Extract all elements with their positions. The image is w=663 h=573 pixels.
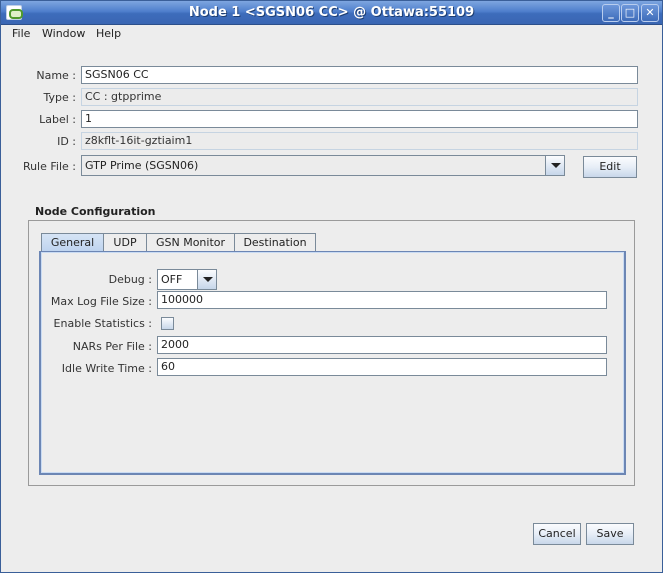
max-log-file-size-label: Max Log File Size : xyxy=(50,295,152,308)
title-bar[interactable]: Node 1 <SGSN06 CC> @ Ottawa:55109 _ □ ✕ xyxy=(1,1,662,25)
menu-help[interactable]: Help xyxy=(96,27,121,40)
menu-file[interactable]: File xyxy=(12,27,30,40)
rule-file-label: Rule File : xyxy=(22,160,76,173)
enable-statistics-checkbox[interactable] xyxy=(161,317,174,330)
id-label: ID : xyxy=(57,135,76,148)
minimize-icon: _ xyxy=(608,6,614,19)
save-button[interactable]: Save xyxy=(586,523,634,545)
tab-gsn-monitor[interactable]: GSN Monitor xyxy=(146,233,235,252)
max-log-file-size-input[interactable]: 100000 xyxy=(157,291,607,309)
cancel-button[interactable]: Cancel xyxy=(533,523,581,545)
chevron-down-icon[interactable] xyxy=(197,270,216,289)
node-config-window: Node 1 <SGSN06 CC> @ Ottawa:55109 _ □ ✕ … xyxy=(0,0,663,573)
maximize-button[interactable]: □ xyxy=(621,4,639,22)
menu-window[interactable]: Window xyxy=(42,27,85,40)
nars-per-file-label: NARs Per File : xyxy=(72,340,152,353)
name-input[interactable]: SGSN06 CC xyxy=(81,66,638,84)
node-configuration-title: Node Configuration xyxy=(35,205,156,218)
tab-general[interactable]: General xyxy=(41,233,104,253)
idle-write-time-label: Idle Write Time : xyxy=(61,362,152,375)
nars-per-file-input[interactable]: 2000 xyxy=(157,336,607,354)
tab-destination[interactable]: Destination xyxy=(234,233,316,252)
debug-label: Debug : xyxy=(108,273,152,286)
maximize-icon: □ xyxy=(624,6,636,19)
minimize-button[interactable]: _ xyxy=(602,4,620,22)
window-title: Node 1 <SGSN06 CC> @ Ottawa:55109 xyxy=(188,5,475,20)
type-label: Type : xyxy=(43,91,76,104)
close-button[interactable]: ✕ xyxy=(641,4,659,22)
type-field: CC : gtpprime xyxy=(81,88,638,106)
name-label: Name : xyxy=(36,69,76,82)
rule-file-value: GTP Prime (SGSN06) xyxy=(85,159,199,172)
idle-write-time-input[interactable]: 60 xyxy=(157,358,607,376)
rule-file-select[interactable]: GTP Prime (SGSN06) xyxy=(81,155,565,176)
menu-bar: File Window Help xyxy=(1,25,662,44)
close-icon: ✕ xyxy=(645,6,655,19)
label-label: Label : xyxy=(39,113,76,126)
id-field: z8kflt-16it-gztiaim1 xyxy=(81,132,638,150)
enable-statistics-label: Enable Statistics : xyxy=(53,317,152,330)
label-input[interactable]: 1 xyxy=(81,110,638,128)
chevron-down-icon[interactable] xyxy=(545,156,564,175)
edit-button[interactable]: Edit xyxy=(583,156,637,178)
debug-value: OFF xyxy=(161,273,183,286)
debug-select[interactable]: OFF xyxy=(157,269,217,290)
tab-udp[interactable]: UDP xyxy=(103,233,147,252)
